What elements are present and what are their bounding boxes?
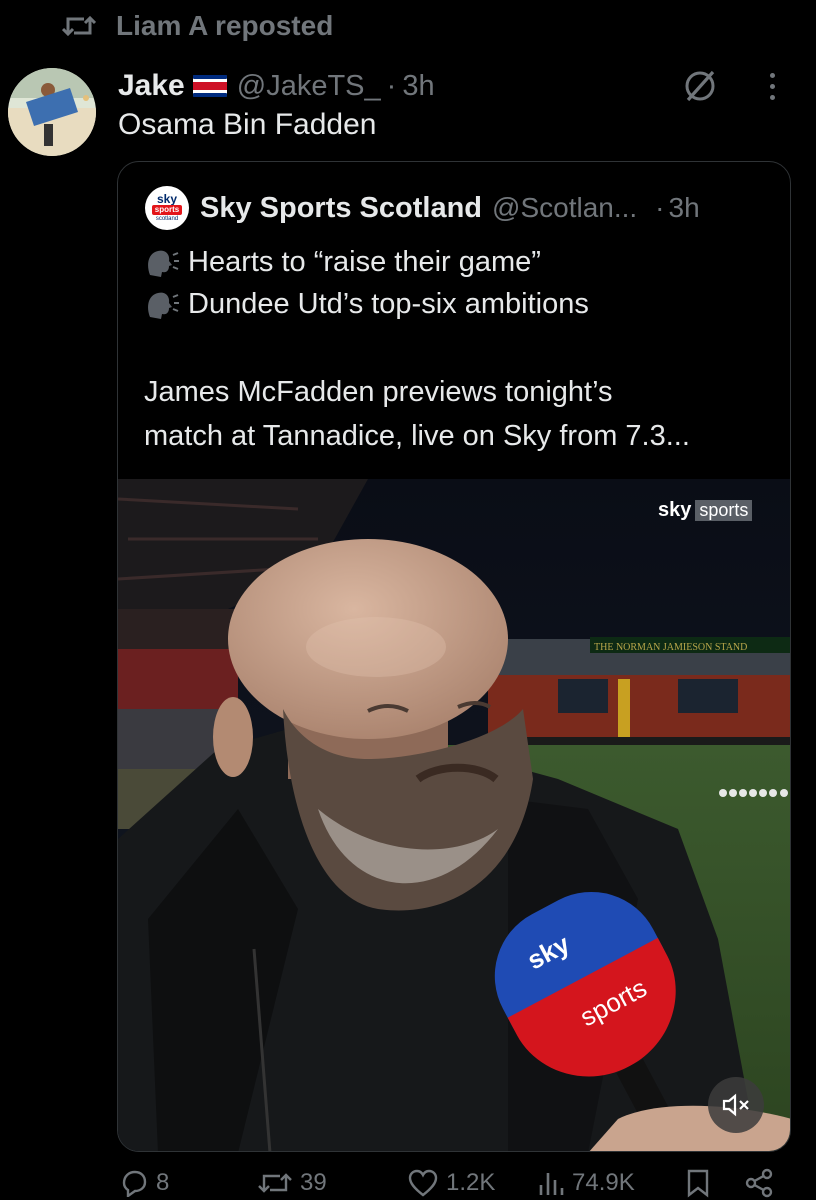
reply-icon bbox=[122, 1170, 147, 1197]
reply-button[interactable]: 8 bbox=[118, 1166, 169, 1200]
quoted-author-handle[interactable]: @Scotlan... bbox=[492, 192, 637, 224]
watermark-sky: sky bbox=[658, 499, 692, 521]
avatar[interactable] bbox=[8, 68, 96, 156]
separator-dot: · bbox=[386, 69, 397, 102]
video-player[interactable]: THE NORMAN JAMIESON STAND sky sports sky… bbox=[118, 479, 790, 1151]
quoted-tweet[interactable]: sky sports scotland Sky Sports Scotland … bbox=[117, 161, 791, 1152]
quoted-text-line-4: match at Tannadice, live on Sky from 7.3… bbox=[144, 420, 690, 452]
separator-dot: · bbox=[655, 192, 665, 223]
more-options-button[interactable] bbox=[756, 66, 788, 106]
like-count: 1.2K bbox=[446, 1169, 496, 1196]
repost-button[interactable]: 39 bbox=[258, 1166, 327, 1200]
mute-icon bbox=[722, 1093, 749, 1117]
quoted-text: Dundee Utd’s top-six ambitions bbox=[188, 288, 589, 320]
like-button[interactable]: 1.2K bbox=[408, 1166, 495, 1200]
quoted-text: Hearts to “raise their game” bbox=[188, 246, 541, 278]
author-name[interactable]: Jake bbox=[118, 69, 185, 103]
bookmark-button[interactable] bbox=[686, 1166, 710, 1200]
repost-text: Liam A reposted bbox=[116, 10, 334, 41]
views-count: 74.9K bbox=[572, 1169, 635, 1196]
more-dot-icon bbox=[769, 83, 775, 89]
tweet-text: Osama Bin Fadden bbox=[118, 108, 377, 141]
logo-sports-text: sports bbox=[151, 204, 183, 215]
sky-sports-watermark: sky sports bbox=[658, 499, 753, 522]
repost-icon bbox=[258, 1173, 292, 1193]
sky-sports-scotland-avatar[interactable]: sky sports scotland bbox=[145, 186, 189, 230]
more-dot-icon bbox=[769, 94, 775, 100]
views-button[interactable]: 74.9K bbox=[538, 1166, 635, 1200]
repost-count: 39 bbox=[300, 1169, 327, 1196]
grok-icon bbox=[685, 70, 715, 102]
heart-icon bbox=[408, 1169, 438, 1197]
author-handle[interactable]: @JakeTS_ bbox=[237, 70, 381, 103]
more-dot-icon bbox=[769, 72, 775, 78]
quoted-text-line-1: Hearts to “raise their game” bbox=[144, 246, 541, 279]
reply-count: 8 bbox=[156, 1169, 170, 1196]
views-chart-icon bbox=[539, 1173, 564, 1195]
repost-icon bbox=[62, 15, 96, 37]
share-button[interactable] bbox=[744, 1166, 774, 1200]
quoted-text-line-3: James McFadden previews tonight’s bbox=[144, 376, 613, 408]
quoted-text-line-2: Dundee Utd’s top-six ambitions bbox=[144, 288, 589, 321]
logo-sky-text: sky bbox=[156, 191, 178, 206]
costa-rica-flag-icon bbox=[192, 75, 227, 97]
watermark-sports: sports bbox=[695, 500, 753, 521]
stand-sign: THE NORMAN JAMIESON STAND bbox=[594, 642, 747, 653]
quoted-author-name[interactable]: Sky Sports Scotland bbox=[200, 192, 482, 225]
tweet-actions: 8 39 1.2K 74.9K bbox=[118, 1166, 778, 1200]
quoted-tweet-header: sky sports scotland Sky Sports Scotland … bbox=[145, 186, 700, 230]
grok-button[interactable] bbox=[680, 66, 720, 106]
tweet-header: Jake @JakeTS_ · 3h bbox=[118, 66, 435, 106]
repost-indicator[interactable]: Liam A reposted bbox=[62, 8, 333, 44]
share-icon bbox=[745, 1168, 773, 1198]
quoted-tweet-time[interactable]: 3h bbox=[669, 192, 700, 224]
mute-button[interactable] bbox=[708, 1077, 764, 1133]
video-frame: THE NORMAN JAMIESON STAND sky sports bbox=[118, 479, 790, 1151]
speaking-head-icon bbox=[148, 292, 179, 319]
speaking-head-icon bbox=[148, 250, 179, 277]
logo-scotland-text: scotland bbox=[155, 215, 179, 222]
tweet-time[interactable]: 3h bbox=[402, 70, 434, 103]
bookmark-icon bbox=[687, 1169, 709, 1198]
